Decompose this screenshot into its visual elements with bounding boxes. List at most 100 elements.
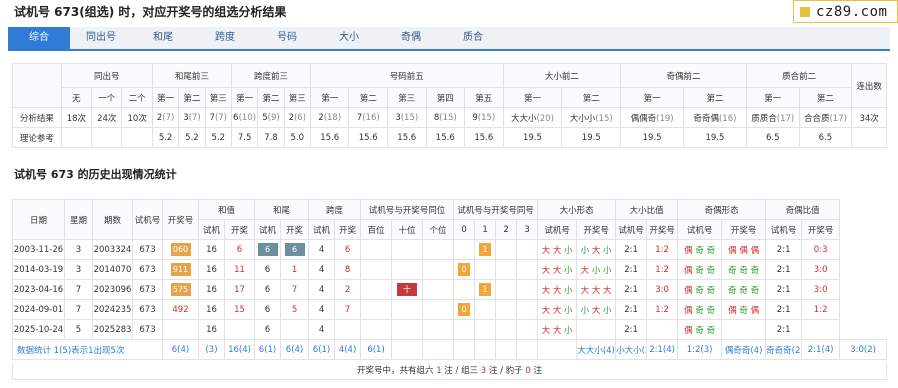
tab-2[interactable]: 和尾 (132, 27, 194, 49)
stat-cell: 6(1) (308, 339, 336, 360)
summary-group-header: 连出数 (851, 63, 887, 108)
logo-mark-icon (800, 6, 810, 17)
stat-cell (537, 339, 578, 360)
summary-theory-cell: 19.5 (620, 127, 685, 148)
tab-1[interactable]: 同出号 (70, 27, 132, 49)
dx-draw-cell: 大 小 小 (576, 259, 617, 280)
summary-sub-header: 第二 (348, 87, 388, 108)
tab-5[interactable]: 大小 (318, 27, 380, 49)
form-char: 小 (561, 245, 573, 256)
summary-value: 合合质 (803, 113, 830, 124)
history-header: 星期 (64, 199, 93, 240)
span-draw-cell: 2 (334, 279, 362, 300)
site-logo[interactable]: cz89.com (793, 0, 898, 23)
summary-count: (15) (477, 112, 496, 123)
form-char: 偶 (747, 245, 760, 256)
span-draw-cell: 8 (334, 259, 362, 280)
dx-trial-cell: 大 大 小 (537, 279, 578, 300)
form-char: 大 (550, 265, 562, 276)
stat-cell: 大大小(4) (576, 339, 617, 360)
stat-cell: 1:2(3) (677, 339, 723, 360)
form-char: 奇 (736, 285, 748, 296)
issue-cell: 2014070 (92, 259, 133, 280)
form-char: 大 (580, 285, 590, 296)
same-position-cell (360, 319, 393, 340)
form-char: 大 (541, 325, 551, 336)
summary-sub-header: 第三 (204, 87, 232, 108)
tab-3[interactable]: 跨度 (194, 27, 256, 49)
jo-ratio-draw-cell: 3:0 (801, 259, 841, 280)
history-header: 大小形态 (537, 199, 617, 220)
summary-theory-cell: 7.5 (230, 127, 259, 148)
jo-trial-cell: 偶 奇 奇 (677, 319, 723, 340)
tab-0[interactable]: 综合 (8, 27, 70, 49)
form-char: 大 (550, 245, 562, 256)
same-position-cell (360, 299, 393, 320)
summary-result-cell: 大小小(15) (561, 107, 622, 128)
form-char: 小 (580, 245, 590, 256)
sum-trial-cell: 16 (198, 279, 225, 300)
summary-sub-header: 二个 (121, 87, 153, 108)
summary-count: (18) (323, 112, 342, 123)
history-sub-header: 0 (453, 219, 476, 240)
form-char: 小 (600, 305, 612, 316)
dx-trial-cell: 大 大 小 (537, 319, 578, 340)
summary-result-cell: 8(15) (425, 107, 466, 128)
summary-theory-cell: 5.2 (204, 127, 232, 148)
form-char: 大 (550, 285, 562, 296)
form-char: 奇 (728, 265, 737, 276)
same-number-cell: 1 (474, 239, 497, 260)
jo-ratio-draw-cell: 3:0 (801, 279, 841, 300)
tab-4[interactable]: 号码 (256, 27, 318, 49)
summary-theory-cell: 19.5 (502, 127, 563, 148)
same-position-badge: 十 (397, 283, 418, 296)
tab-6[interactable]: 奇偶 (380, 27, 442, 49)
tab-bar: 综合 同出号 和尾 跨度 号码 大小 奇偶 质合 (8, 27, 890, 51)
same-number-cell (474, 299, 497, 320)
summary-footer: 开奖号中，共有组六 1 注 / 组三 3 注 / 豹子 0 注 (12, 363, 887, 380)
week-cell: 3 (64, 259, 93, 280)
form-char: 小 (561, 325, 573, 336)
footer-text: 开奖号中，共有组六 (356, 366, 437, 376)
summary-theory-cell: 15.6 (387, 127, 427, 148)
page-title: 试机号 673(组选) 时，对应开奖号的组选分析结果 (14, 5, 287, 19)
same-number-cell (495, 239, 518, 260)
stat-cell (453, 339, 476, 360)
summary-count: (19) (656, 113, 674, 124)
week-cell: 3 (64, 239, 93, 260)
issue-cell: 2025283 (92, 319, 133, 340)
same-number-cell (516, 279, 539, 300)
summary-value: 10次 (127, 113, 147, 124)
same-position-cell (391, 299, 424, 320)
form-char: 大 (589, 285, 601, 296)
form-char: 大 (580, 265, 590, 276)
same-number-cell (453, 239, 476, 260)
sum-trial-cell: 16 (198, 319, 225, 340)
same-number-cell (474, 259, 497, 280)
dx-draw-cell: 大 大 大 (576, 279, 617, 300)
history-sub-header: 开奖号 (576, 219, 617, 240)
footer-text: 注 (530, 366, 542, 376)
summary-count: (17) (829, 113, 847, 124)
history-sub-header: 2 (495, 219, 518, 240)
same-number-cell: 0 (453, 259, 476, 280)
footer-text: 注 / 组三 (441, 366, 481, 376)
summary-result-cell: 24次 (91, 107, 123, 128)
history-section-title: 试机号 673 的历史出现情况统计 (14, 168, 177, 181)
summary-theory-cell (91, 127, 123, 148)
form-char: 奇 (692, 305, 704, 316)
form-char: 偶 (747, 305, 760, 316)
tab-7[interactable]: 质合 (442, 27, 504, 49)
stat-cell: 奇奇奇(2) (765, 339, 803, 360)
history-row: 2024-09-01 7 2024235 673 492 16 15 6 5 4 7 0 大 大 小小 … (12, 299, 887, 320)
span-draw-cell: 6 (334, 239, 362, 260)
summary-result-cell: 6(10) (230, 107, 259, 128)
sum-draw-cell: 11 (223, 259, 256, 280)
date-cell: 2025-10-24 (12, 319, 65, 340)
jo-draw-cell: 奇 奇 奇 (721, 279, 767, 300)
span-trial-cell: 4 (308, 279, 336, 300)
dx-trial-cell: 大 大 小 (537, 299, 578, 320)
summary-count: (15) (439, 112, 457, 123)
same-number-cell (516, 299, 539, 320)
history-sub-header: 3 (516, 219, 539, 240)
